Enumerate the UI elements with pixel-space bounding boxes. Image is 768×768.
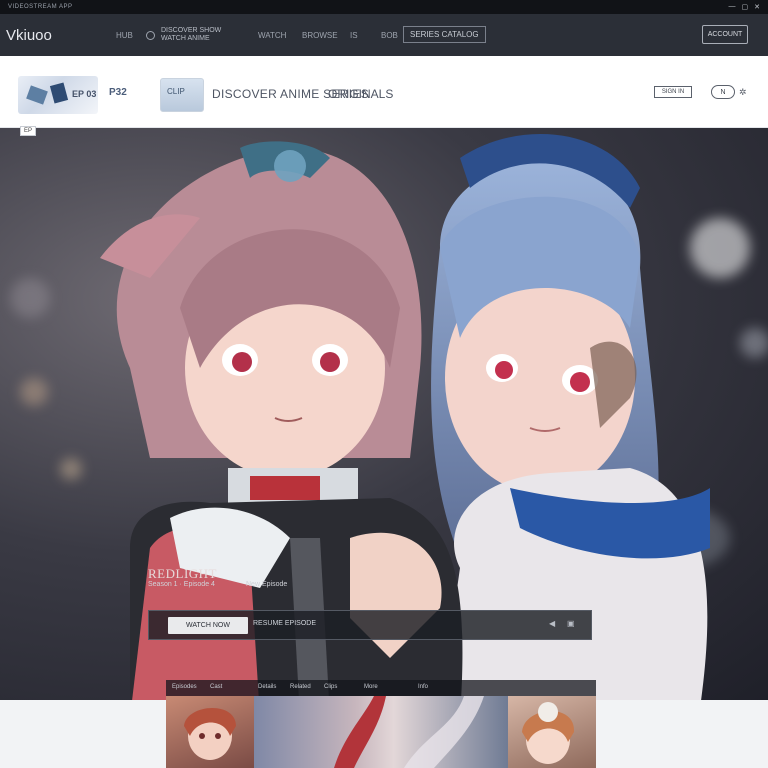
nav-link-bob[interactable]: BOB — [381, 31, 398, 40]
thumbnail-shape — [26, 85, 48, 105]
bokeh-light — [740, 328, 768, 358]
nav-link-browse[interactable]: BROWSE — [302, 31, 338, 40]
gallery-thumbnail[interactable] — [508, 696, 596, 768]
thumbnail-label: CLIP — [167, 87, 185, 96]
bokeh-light — [60, 458, 82, 480]
watch-now-button[interactable]: WATCH NOW — [168, 617, 248, 634]
tab-clips[interactable]: Clips — [324, 684, 337, 690]
tab-info[interactable]: Info — [418, 684, 428, 690]
clip-thumbnail[interactable]: CLIP — [160, 78, 204, 112]
nav-link-catalog[interactable]: SERIES CATALOG — [403, 26, 486, 43]
thumbnail-shape — [49, 82, 69, 104]
resume-label[interactable]: RESUME EPISODE — [253, 620, 316, 627]
tab-cast[interactable]: Cast — [210, 684, 222, 690]
section-title-secondary[interactable]: ORIGINALS — [328, 87, 393, 101]
tab-episodes[interactable]: Episodes — [172, 684, 197, 690]
window-controls: — ▢ ✕ — [729, 3, 761, 11]
character-portrait — [522, 702, 575, 764]
tab-related[interactable]: Related — [290, 684, 311, 690]
gallery-strip — [166, 696, 596, 768]
sign-in-button[interactable]: SIGN IN — [654, 86, 692, 98]
hero-banner[interactable]: REDLIGHT Season 1 · Episode 4 New Episod… — [0, 128, 768, 700]
search-icon — [146, 30, 155, 40]
episode-thumbnail[interactable]: EP 03 — [18, 76, 98, 114]
episode-tag: EP — [20, 126, 36, 136]
player-bar: WATCH NOW RESUME EPISODE ◀ ▣ — [148, 610, 592, 640]
thumbnail-label: P32 — [109, 87, 127, 98]
bokeh-light — [20, 378, 48, 406]
search-field[interactable]: DISCOVER SHOW WATCH ANIME — [146, 26, 221, 44]
site-logo[interactable]: Vkiuoo — [6, 27, 52, 44]
bokeh-light — [10, 278, 50, 318]
nav-link-is[interactable]: IS — [350, 31, 358, 40]
gallery-thumbnail[interactable] — [166, 696, 254, 768]
fullscreen-icon[interactable]: ▣ — [567, 619, 575, 628]
episode-thumbnail[interactable]: P32 — [106, 80, 144, 110]
tab-more[interactable]: More — [364, 684, 378, 690]
top-navbar: Vkiuoo HUB DISCOVER SHOW WATCH ANIME WAT… — [0, 14, 768, 56]
nav-link-watch[interactable]: WATCH — [258, 31, 286, 40]
gear-icon[interactable]: ✲ — [739, 87, 747, 98]
notification-toggle[interactable]: N — [711, 85, 735, 99]
maximize-icon[interactable]: ▢ — [742, 3, 749, 11]
close-icon[interactable]: ✕ — [754, 3, 760, 11]
volume-icon[interactable]: ◀ — [549, 619, 555, 628]
episode-badge: New Episode — [246, 581, 288, 588]
gallery-thumbnail[interactable] — [254, 696, 508, 768]
os-title-bar: VIDEOSTREAM APP — ▢ ✕ — [0, 0, 768, 14]
account-button[interactable]: ACCOUNT — [702, 25, 748, 44]
show-title: REDLIGHT — [148, 566, 217, 581]
show-subtitle: Season 1 · Episode 4 — [148, 581, 215, 588]
tab-details[interactable]: Details — [258, 684, 276, 690]
sub-toolbar: EP 03 P32 CLIP DISCOVER ANIME SERIES ORI… — [0, 56, 768, 128]
os-window-title: VIDEOSTREAM APP — [8, 4, 73, 10]
character-portrait — [184, 707, 236, 760]
nav-link-hub[interactable]: HUB — [116, 31, 133, 40]
search-text: DISCOVER SHOW WATCH ANIME — [161, 27, 222, 42]
minimize-icon[interactable]: — — [729, 3, 736, 11]
scene-artwork — [334, 696, 484, 768]
thumbnail-label: EP 03 — [72, 89, 97, 99]
